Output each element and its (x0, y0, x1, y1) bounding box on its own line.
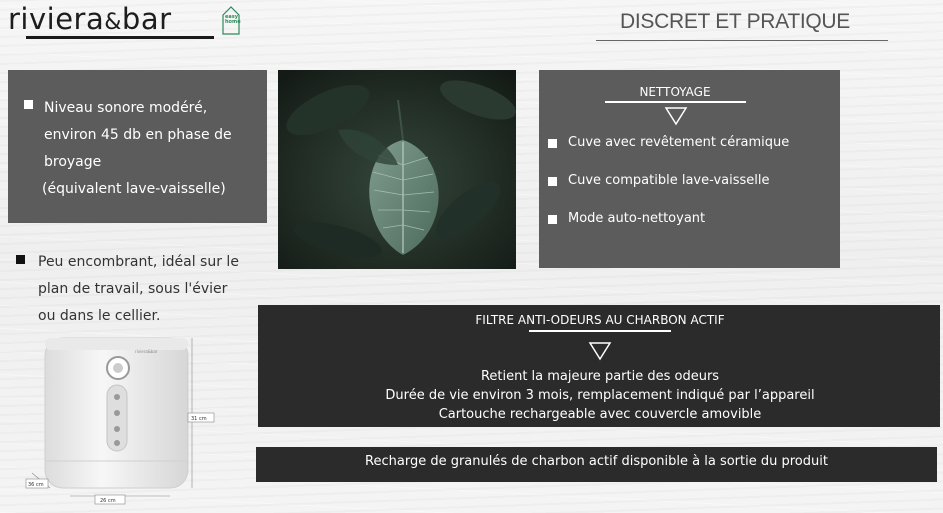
cleaning-bullet (548, 139, 557, 148)
size-note-bullet (16, 255, 25, 264)
filter-line: Durée de vie environ 3 mois, remplacemen… (385, 388, 815, 403)
down-triangle-icon (664, 107, 688, 126)
page-title: DISCRET ET PRATIQUE (619, 10, 850, 33)
size-note-line-3: ou dans le cellier. (38, 308, 161, 324)
product-illustration: riviera&bar 31 cm 36 cm 26 cm (25, 337, 215, 505)
cleaning-item-label: Mode auto-nettoyant (568, 211, 706, 226)
cleaning-bullet (548, 215, 557, 224)
cleaning-heading-rule (605, 101, 746, 103)
easy-home-logo: easy home (219, 5, 243, 35)
size-note-line-1: Peu encombrant, idéal sur le (38, 254, 239, 270)
filter-details: Retient la majeure partie des odeurs Dur… (300, 367, 900, 424)
leaf-image (278, 70, 516, 269)
cleaning-box (539, 70, 840, 268)
recharge-text: Recharge de granulés de charbon actif di… (365, 454, 828, 469)
width-dimension: 26 cm (100, 498, 116, 504)
sound-line-1: Niveau sonore modéré, (44, 100, 208, 116)
height-dimension: 31 cm (191, 416, 207, 422)
brand-wordmark: riviera&bar (8, 2, 172, 36)
size-note-line-2: plan de travail, sous l'évier (38, 281, 228, 297)
sound-level-text: Niveau sonore modéré, environ 45 db en p… (42, 95, 262, 203)
filter-heading-rule (529, 330, 671, 332)
depth-dimension: 36 cm (28, 482, 44, 488)
down-triangle-icon (588, 342, 612, 361)
cleaning-item-label: Cuve compatible lave-vaisselle (568, 173, 770, 188)
sound-line-3: broyage (44, 154, 102, 170)
cleaning-bullet (548, 177, 557, 186)
filter-line: Cartouche rechargeable avec couvercle am… (438, 407, 762, 422)
filter-line: Retient la majeure partie des odeurs (480, 369, 720, 384)
product-brand-mark: riviera&bar (135, 349, 158, 354)
cleaning-item-label: Cuve avec revêtement céramique (568, 135, 790, 150)
sound-line-4: (équivalent lave-vaisselle) (42, 181, 226, 197)
logo-underline (26, 36, 214, 39)
leaf-photo (278, 70, 516, 269)
cleaning-heading: NETTOYAGE (639, 85, 711, 99)
sound-bullet (24, 100, 33, 109)
sound-line-2: environ 45 db en phase de (44, 127, 232, 143)
home-label: home (225, 19, 241, 25)
filter-heading: FILTRE ANTI-ODEURS AU CHARBON ACTIF (475, 313, 725, 327)
title-rule (596, 40, 888, 41)
